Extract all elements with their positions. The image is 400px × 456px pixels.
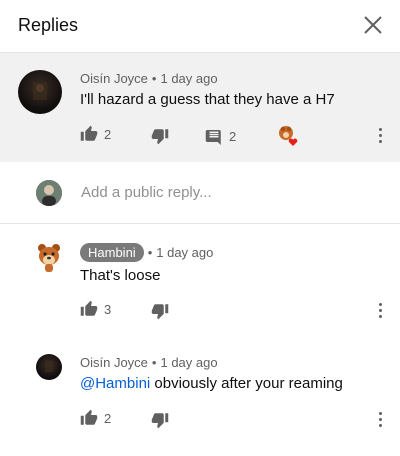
avatar[interactable] <box>36 243 62 272</box>
dislike-button[interactable] <box>151 411 169 429</box>
comment-time: 1 day ago <box>156 245 214 260</box>
close-button[interactable] <box>362 14 384 36</box>
close-icon <box>364 16 382 34</box>
thumbs-up-icon <box>80 300 98 316</box>
comment-meta: Oisín Joyce • 1 day ago <box>80 71 218 86</box>
creator-heart-badge <box>277 124 301 148</box>
reply-count: 2 <box>229 128 237 144</box>
like-count: 2 <box>104 126 112 142</box>
avatar[interactable] <box>36 354 62 380</box>
author-name[interactable]: Oisín Joyce <box>80 355 148 370</box>
highlighted-comment: Oisín Joyce • 1 day ago I'll hazard a gues… <box>0 53 400 162</box>
author-name-badge[interactable]: Hambini <box>80 243 144 262</box>
comment-meta: Oisín Joyce • 1 day ago <box>80 355 218 370</box>
reply-placeholder: Add a public reply... <box>81 184 212 201</box>
replies-header: Replies <box>0 0 400 53</box>
like-button[interactable]: 3 <box>80 300 111 318</box>
more-options-button[interactable] <box>374 409 386 429</box>
hambini-avatar-icon <box>38 244 60 272</box>
more-options-button[interactable] <box>374 300 386 320</box>
add-reply-field[interactable]: Add a public reply... <box>0 163 400 224</box>
dislike-button[interactable] <box>151 302 169 320</box>
reply-comment: Hambini • 1 day ago That's loose 3 <box>0 225 400 335</box>
thumbs-down-icon <box>151 304 169 320</box>
reply-count-button[interactable]: 2 <box>205 127 236 145</box>
avatar[interactable] <box>18 70 62 114</box>
thumbs-up-icon <box>80 409 98 425</box>
comment-text: I'll hazard a guess that they have a H7 <box>80 91 335 108</box>
comment-text: That's loose <box>80 267 161 284</box>
comment-time: 1 day ago <box>160 71 218 86</box>
thumbs-down-icon <box>151 129 169 145</box>
more-options-button[interactable] <box>374 125 386 145</box>
avatar-image <box>45 361 53 372</box>
user-avatar-image <box>36 180 62 206</box>
comment-body: obviously after your reaming <box>150 375 343 392</box>
author-name[interactable]: Oisín Joyce <box>80 71 148 86</box>
page-title: Replies <box>18 15 79 35</box>
comment-icon <box>205 130 221 145</box>
like-button[interactable]: 2 <box>80 125 111 143</box>
like-button[interactable]: 2 <box>80 409 111 427</box>
like-count: 3 <box>104 301 112 317</box>
avatar-image <box>33 82 47 100</box>
reply-comment: Oisín Joyce • 1 day ago @Hambini obviously… <box>0 337 400 456</box>
dislike-button[interactable] <box>151 127 169 145</box>
creator-heart-icon <box>279 126 298 146</box>
like-count: 2 <box>104 410 112 426</box>
thumbs-up-icon <box>80 125 98 141</box>
comment-time: 1 day ago <box>160 355 218 370</box>
user-mention-link[interactable]: @Hambini <box>80 375 150 392</box>
current-user-avatar <box>36 180 62 206</box>
comment-meta: Hambini • 1 day ago <box>80 243 213 262</box>
thumbs-down-icon <box>151 413 169 429</box>
comment-text: @Hambini obviously after your reaming <box>80 375 343 392</box>
